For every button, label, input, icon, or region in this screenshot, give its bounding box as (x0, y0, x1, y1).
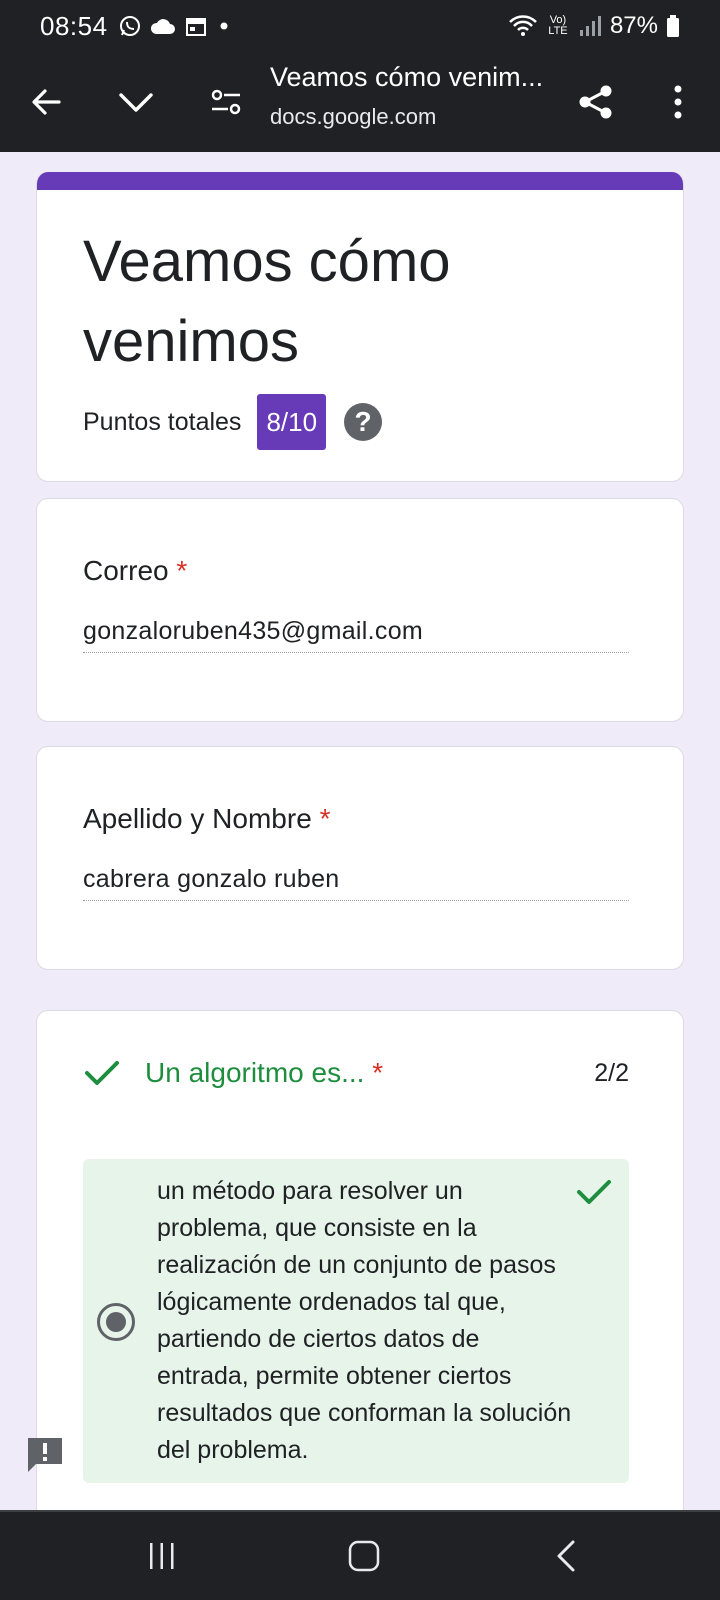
recent-apps-button[interactable] (132, 1526, 192, 1586)
score-label: Puntos totales (83, 407, 242, 436)
radio-dot (106, 1312, 126, 1332)
feedback-icon[interactable] (26, 1436, 64, 1474)
help-icon[interactable]: ? (344, 403, 383, 441)
wifi-icon (509, 15, 537, 36)
form-header-card: Veamos cómo venimos Puntos totales 8/10 … (36, 172, 684, 482)
score-badge: 8/10 (257, 394, 327, 450)
back-arrow-icon (32, 89, 61, 115)
nav-back-button[interactable] (536, 1526, 596, 1586)
page-settings-icon (211, 89, 241, 115)
total-score-row: Puntos totales 8/10 ? (83, 394, 383, 450)
quiz-question-card: Un algoritmo es... * 2/2 un método para … (36, 1010, 684, 1510)
quiz-question-score: 2/2 (594, 1058, 629, 1087)
question-label: Apellido y Nombre * (83, 803, 330, 835)
back-button[interactable] (18, 74, 74, 130)
status-bar: 08:54 Vo) LTE 87% (0, 0, 720, 52)
correct-check-icon (85, 1061, 119, 1085)
quiz-question-title: Un algoritmo es... * (145, 1057, 383, 1089)
required-asterisk: * (176, 555, 188, 586)
cloud-icon (150, 19, 175, 34)
question-card-email: Correo * gonzaloruben435@gmail.com (36, 498, 684, 722)
share-icon (579, 85, 612, 119)
battery-icon (667, 15, 679, 37)
form-content[interactable]: Veamos cómo venimos Puntos totales 8/10 … (0, 152, 720, 1510)
recent-apps-icon (150, 1543, 174, 1569)
radio-button-selected (97, 1303, 135, 1341)
home-icon (348, 1540, 380, 1572)
form-title: Veamos cómo venimos (83, 229, 451, 374)
system-icons: Vo) LTE 87% (508, 12, 680, 40)
network-label: Vo) LTE (548, 14, 568, 37)
more-options-button[interactable] (650, 74, 706, 130)
browser-toolbar: Veamos cómo venim... docs.google.com (0, 52, 720, 152)
page-url[interactable]: docs.google.com (270, 104, 436, 130)
home-button[interactable] (334, 1526, 394, 1586)
whatsapp-icon (119, 16, 140, 36)
calendar-icon (185, 18, 206, 36)
quiz-question-header: Un algoritmo es... * 2/2 (83, 1057, 629, 1089)
header-accent-bar (37, 172, 683, 190)
status-time: 08:54 (40, 10, 108, 41)
minimize-button[interactable] (108, 74, 164, 130)
system-nav-bar (0, 1510, 720, 1600)
question-title: Apellido y Nombre (83, 803, 312, 834)
page-settings-button[interactable] (198, 74, 254, 130)
name-answer: cabrera gonzalo ruben (83, 865, 629, 901)
notification-icons (118, 14, 232, 38)
chevron-down-icon (119, 93, 153, 112)
signal-icon (579, 16, 601, 36)
page-title[interactable]: Veamos cómo venim... (270, 62, 560, 93)
answer-text: un método para resolver un problema, que… (157, 1177, 572, 1464)
dot-icon (220, 22, 228, 30)
nav-back-icon (557, 1540, 575, 1572)
required-asterisk: * (372, 1057, 384, 1088)
share-button[interactable] (568, 74, 624, 130)
quiz-question-text: Un algoritmo es... (145, 1057, 365, 1088)
question-label: Correo * (83, 555, 187, 587)
selected-answer-option: un método para resolver un problema, que… (83, 1159, 629, 1483)
required-asterisk: * (319, 803, 331, 834)
email-answer: gonzaloruben435@gmail.com (83, 617, 629, 653)
battery-percent: 87% (609, 12, 658, 39)
answer-correct-check-icon (577, 1180, 611, 1204)
more-vert-icon (674, 85, 682, 119)
question-card-name: Apellido y Nombre * cabrera gonzalo rube… (36, 746, 684, 970)
question-title: Correo (83, 555, 169, 586)
